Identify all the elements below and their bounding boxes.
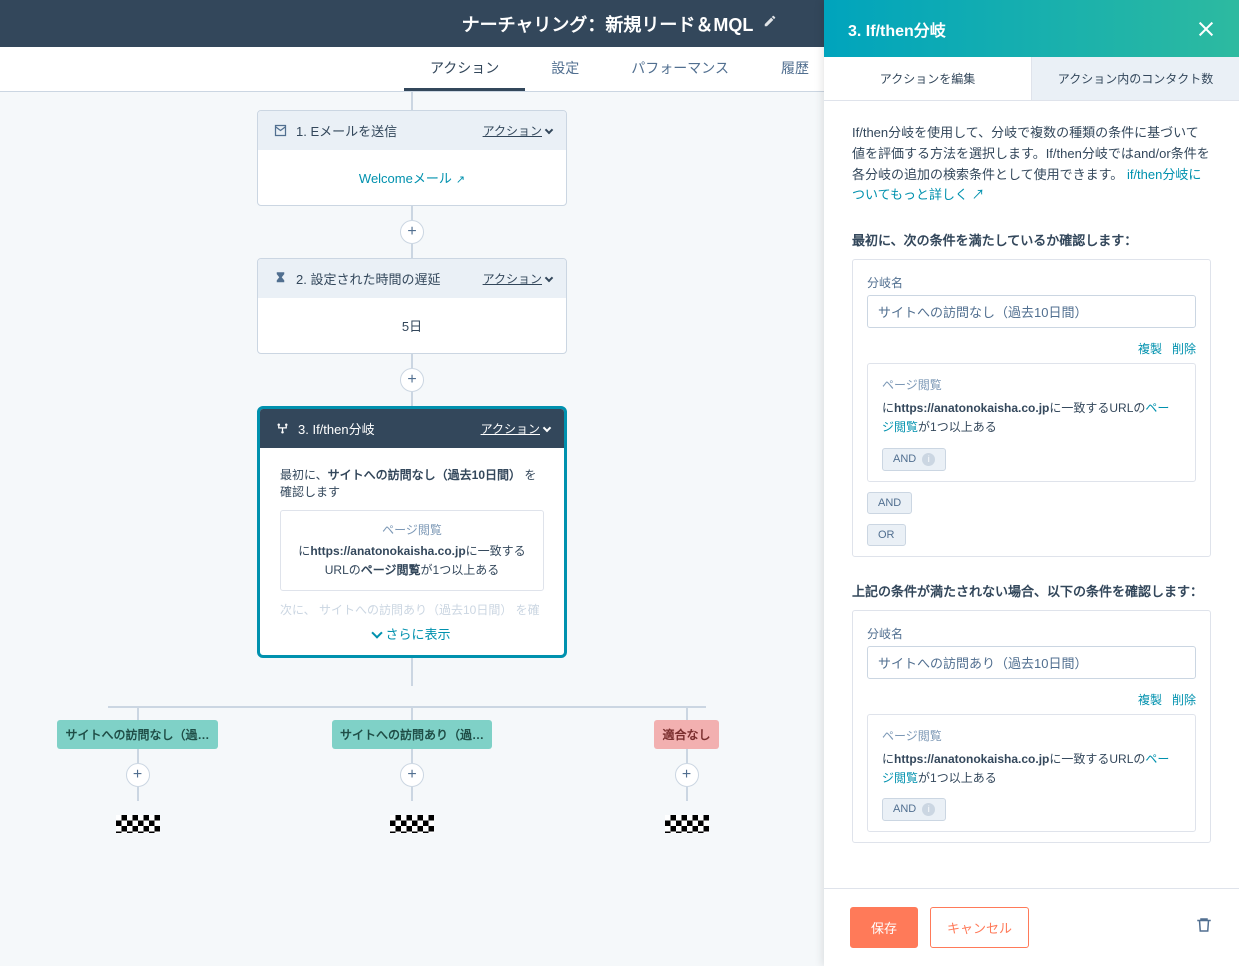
info-icon: i	[922, 803, 935, 816]
condition-preview: ページ閲覧 にhttps://anatonokaisha.co.jpに一致するU…	[280, 510, 544, 591]
card-send-email[interactable]: 1. Eメールを送信 アクション Welcomeメール ↗	[257, 110, 567, 206]
tab-performance[interactable]: パフォーマンス	[605, 47, 755, 91]
tab-actions[interactable]: アクション	[404, 47, 525, 91]
and-pill-inner[interactable]: ANDi	[882, 798, 946, 821]
add-action-button[interactable]: +	[126, 763, 150, 787]
branch-form-1: 分岐名 複製削除 ページ閲覧 にhttps://anatonokaisha.co…	[852, 259, 1211, 556]
condition-box[interactable]: ページ閲覧 にhttps://anatonokaisha.co.jpに一致するU…	[867, 714, 1196, 832]
chevron-down-icon	[543, 423, 551, 431]
cancel-button[interactable]: キャンセル	[930, 907, 1029, 948]
show-more-link[interactable]: さらに表示	[280, 624, 544, 643]
section-first-check: 最初に、次の条件を満たしているか確認します：	[852, 230, 1211, 249]
branch-rail	[108, 706, 706, 708]
email-link[interactable]: Welcomeメール	[359, 171, 452, 186]
add-action-button[interactable]: +	[400, 368, 424, 392]
subtab-edit-action[interactable]: アクションを編集	[824, 57, 1031, 100]
tab-settings[interactable]: 設定	[525, 47, 605, 91]
side-panel: 3. If/then分岐 アクションを編集 アクション内のコンタクト数 If/t…	[824, 0, 1239, 966]
subtab-contacts-in-action[interactable]: アクション内のコンタクト数	[1031, 57, 1239, 100]
card-ifthen-branch[interactable]: 3. If/then分岐 アクション 最初に、サイトへの訪問なし（過去10日間）…	[257, 406, 567, 658]
close-icon[interactable]	[1197, 20, 1215, 38]
branch-label-none-met[interactable]: 適合なし	[654, 720, 718, 749]
delete-link[interactable]: 削除	[1172, 342, 1196, 356]
duplicate-link[interactable]: 複製	[1138, 342, 1162, 356]
delay-value: 5日	[258, 298, 566, 353]
condition-text: にhttps://anatonokaisha.co.jpに一致するURLのページ…	[882, 399, 1181, 437]
chevron-down-icon	[545, 125, 553, 133]
workflow-title: ナーチャリング：新規リード＆MQL	[462, 11, 754, 37]
delay-icon	[272, 271, 288, 287]
card-delay[interactable]: 2. 設定された時間の遅延 アクション 5日	[257, 258, 567, 354]
chevron-down-icon	[545, 273, 553, 281]
condition-text: にhttps://anatonokaisha.co.jpに一致するURLのページ…	[882, 750, 1181, 788]
card-step-label: 1. Eメールを送信	[296, 121, 397, 140]
finish-icon	[390, 815, 434, 833]
external-link-icon: ↗	[972, 187, 985, 202]
workflow-canvas: 1. Eメールを送信 アクション Welcomeメール ↗ + 2. 設定された時…	[0, 92, 824, 966]
panel-title: 3. If/then分岐	[848, 17, 946, 41]
condition-box[interactable]: ページ閲覧 にhttps://anatonokaisha.co.jpに一致するU…	[867, 363, 1196, 481]
edit-title-icon[interactable]	[763, 14, 777, 33]
chevron-down-icon	[372, 628, 383, 639]
pageview-label: ページ閲覧	[882, 727, 1181, 744]
info-icon: i	[922, 453, 935, 466]
branch-icon	[274, 421, 290, 437]
trash-icon[interactable]	[1195, 916, 1213, 939]
next-branch-truncated: 次に、 サイトへの訪問あり（過去10日間） を確	[280, 601, 544, 618]
pageview-label: ページ閲覧	[882, 376, 1181, 393]
pageview-label: ページ閲覧	[291, 521, 533, 538]
branch-label-has-visit[interactable]: サイトへの訪問あり（過…	[332, 720, 492, 749]
branch-name-input-2[interactable]	[867, 646, 1196, 679]
duplicate-link[interactable]: 複製	[1138, 693, 1162, 707]
delete-link[interactable]: 削除	[1172, 693, 1196, 707]
branch-name-label: 分岐名	[867, 276, 903, 290]
card-action-menu[interactable]: アクション	[483, 122, 552, 139]
save-button[interactable]: 保存	[850, 907, 918, 948]
panel-header: 3. If/then分岐	[824, 0, 1239, 57]
panel-footer: 保存 キャンセル	[824, 888, 1239, 966]
external-link-icon: ↗	[456, 174, 465, 186]
finish-icon	[116, 815, 160, 833]
card-action-menu[interactable]: アクション	[483, 270, 552, 287]
add-action-button[interactable]: +	[400, 220, 424, 244]
card-step-label: 2. 設定された時間の遅延	[296, 269, 440, 288]
branch-name-label: 分岐名	[867, 627, 903, 641]
branch-name-input-1[interactable]	[867, 295, 1196, 328]
branch-check-text: 最初に、サイトへの訪問なし（過去10日間） を確認します	[280, 466, 544, 500]
add-action-button[interactable]: +	[400, 763, 424, 787]
card-step-label: 3. If/then分岐	[298, 419, 375, 438]
add-action-button[interactable]: +	[675, 763, 699, 787]
and-pill-inner[interactable]: ANDi	[882, 448, 946, 471]
finish-icon	[665, 815, 709, 833]
or-pill[interactable]: OR	[867, 524, 906, 546]
section-else-check: 上記の条件が満たされない場合、以下の条件を確認します：	[852, 581, 1211, 600]
email-icon	[272, 123, 288, 139]
branch-form-2: 分岐名 複製削除 ページ閲覧 にhttps://anatonokaisha.co…	[852, 610, 1211, 843]
branch-label-no-visit[interactable]: サイトへの訪問なし（過…	[57, 720, 217, 749]
and-pill-outer[interactable]: AND	[867, 492, 912, 514]
panel-description: If/then分岐を使用して、分岐で複数の種類の条件に基づいて値を評価する方法を…	[852, 123, 1211, 206]
card-action-menu[interactable]: アクション	[481, 420, 550, 437]
